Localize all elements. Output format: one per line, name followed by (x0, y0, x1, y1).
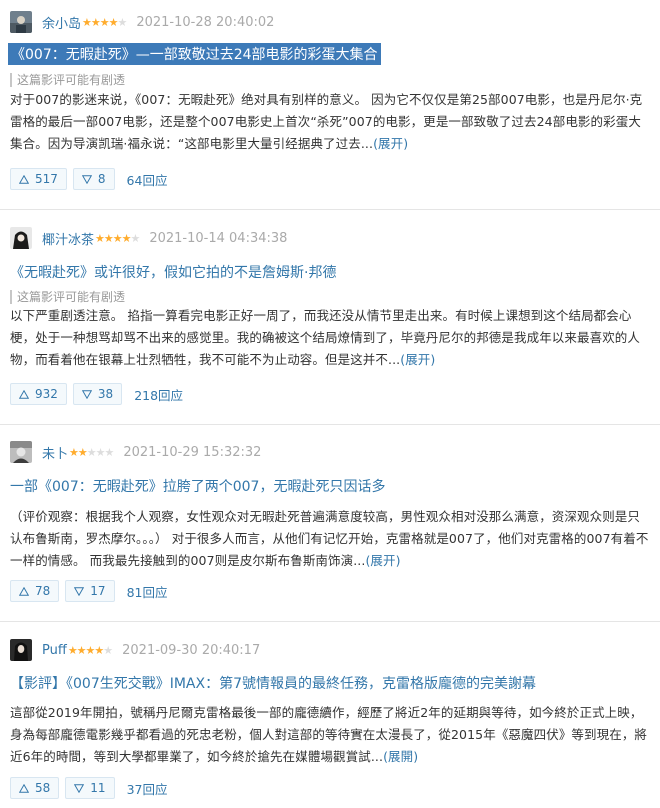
review-actions: 932 38 218回应 (10, 383, 183, 405)
avatar[interactable] (10, 11, 32, 33)
upvote-button[interactable]: 58 (10, 777, 60, 799)
avatar[interactable] (10, 441, 32, 463)
review-body: 這部從2019年開拍，號稱丹尼爾克雷格最後一部的龐德續作，經歷了將近2年的延期與… (10, 702, 650, 768)
expand-link[interactable]: (展开) (373, 136, 408, 151)
divider (0, 424, 660, 425)
downvote-button[interactable]: 38 (72, 383, 123, 405)
review-actions: 78 17 81回应 (10, 580, 167, 602)
review-excerpt: 对于007的影迷来说，《007：无暇赴死》绝对具有别样的意义。 因为它不仅仅是第… (10, 92, 643, 151)
downvote-count: 8 (97, 172, 106, 186)
divider (0, 621, 660, 622)
downvote-count: 38 (97, 387, 114, 401)
review-date: 2021-09-30 20:40:17 (122, 642, 261, 658)
expand-link[interactable]: (展开) (365, 553, 400, 568)
upvote-button[interactable]: 78 (10, 580, 60, 602)
review-excerpt: 以下严重剧透注意。 掐指一算看完电影正好一周了，而我还没从情节里走出来。有时候上… (10, 308, 641, 367)
upvote-count: 517 (35, 172, 58, 186)
thumb-up-icon (19, 389, 29, 399)
thumb-up-icon (19, 586, 29, 596)
username[interactable]: 未卜 (42, 443, 68, 462)
upvote-button[interactable]: 517 (10, 168, 67, 190)
expand-link[interactable]: (展开) (400, 352, 435, 367)
username[interactable]: 余小岛 (42, 13, 81, 32)
rating-stars: ★★★★★ (67, 643, 113, 657)
review-body: （评价观察：根据我个人观察，女性观众对无暇赴死普遍满意度较高，男性观众相对没那么… (10, 506, 650, 572)
review-title[interactable]: 【影評】《007生死交戰》IMAX：第7號情報員的最終任務，克雷格版龐德的完美謝… (10, 673, 536, 693)
rating-stars: ★★★★★ (69, 445, 114, 459)
review-title[interactable]: 一部《007：无暇赴死》拉胯了两个007，无暇赴死只因话多 (10, 476, 385, 496)
review-header: 余小岛 ★★★★★ 2021-10-28 20:40:02 (10, 10, 274, 34)
downvote-button[interactable]: 17 (65, 580, 115, 602)
review-header: 未卜 ★★★★★ 2021-10-29 15:32:32 (10, 440, 261, 464)
spoiler-warning: 这篇影评可能有剧透 (10, 290, 125, 304)
upvote-button[interactable]: 932 (10, 383, 67, 405)
review-body: 对于007的影迷来说，《007：无暇赴死》绝对具有别样的意义。 因为它不仅仅是第… (10, 89, 650, 155)
thumb-down-icon (74, 783, 85, 793)
review-title[interactable]: 《无暇赴死》或许很好，假如它拍的不是詹姆斯·邦德 (10, 262, 336, 282)
review-date: 2021-10-14 04:34:38 (149, 230, 288, 246)
reply-count-link[interactable]: 218回应 (134, 385, 183, 404)
downvote-button[interactable]: 11 (65, 777, 115, 799)
downvote-button[interactable]: 8 (72, 168, 115, 190)
review-actions: 517 8 64回应 (10, 168, 167, 190)
review-actions: 58 11 37回应 (10, 777, 167, 799)
upvote-count: 78 (35, 584, 51, 598)
expand-link[interactable]: (展開) (383, 749, 418, 764)
thumb-down-icon (81, 174, 92, 184)
review-header: 椰汁冰茶 ★★★★★ 2021-10-14 04:34:38 (10, 226, 287, 250)
thumb-up-icon (19, 174, 29, 184)
avatar[interactable] (10, 639, 32, 661)
upvote-count: 58 (35, 781, 51, 795)
review-title[interactable]: 《007：无暇赴死》—一部致敬过去24部电影的彩蛋大集合 (8, 43, 381, 65)
thumb-up-icon (19, 783, 29, 793)
review-date: 2021-10-29 15:32:32 (123, 444, 262, 460)
review-date: 2021-10-28 20:40:02 (136, 14, 275, 30)
username[interactable]: Puff (42, 643, 67, 658)
downvote-count: 17 (90, 584, 106, 598)
review-excerpt: （评价观察：根据我个人观察，女性观众对无暇赴死普遍满意度较高，男性观众相对没那么… (10, 509, 649, 568)
divider (0, 209, 660, 210)
review-excerpt: 這部從2019年開拍，號稱丹尼爾克雷格最後一部的龐德續作，經歷了將近2年的延期與… (10, 705, 648, 764)
username[interactable]: 椰汁冰茶 (42, 229, 94, 248)
thumb-down-icon (74, 586, 85, 596)
rating-stars: ★★★★★ (82, 15, 127, 29)
downvote-count: 11 (90, 781, 106, 795)
thumb-down-icon (81, 389, 92, 399)
avatar[interactable] (10, 227, 32, 249)
review-body: 以下严重剧透注意。 掐指一算看完电影正好一周了，而我还没从情节里走出来。有时候上… (10, 305, 650, 371)
reply-count-link[interactable]: 64回应 (127, 170, 168, 189)
spoiler-warning: 这篇影评可能有剧透 (10, 73, 125, 87)
rating-stars: ★★★★★ (95, 231, 140, 245)
review-header: Puff ★★★★★ 2021-09-30 20:40:17 (10, 638, 260, 662)
upvote-count: 932 (35, 387, 58, 401)
reply-count-link[interactable]: 37回应 (127, 779, 168, 798)
reply-count-link[interactable]: 81回应 (127, 582, 168, 601)
